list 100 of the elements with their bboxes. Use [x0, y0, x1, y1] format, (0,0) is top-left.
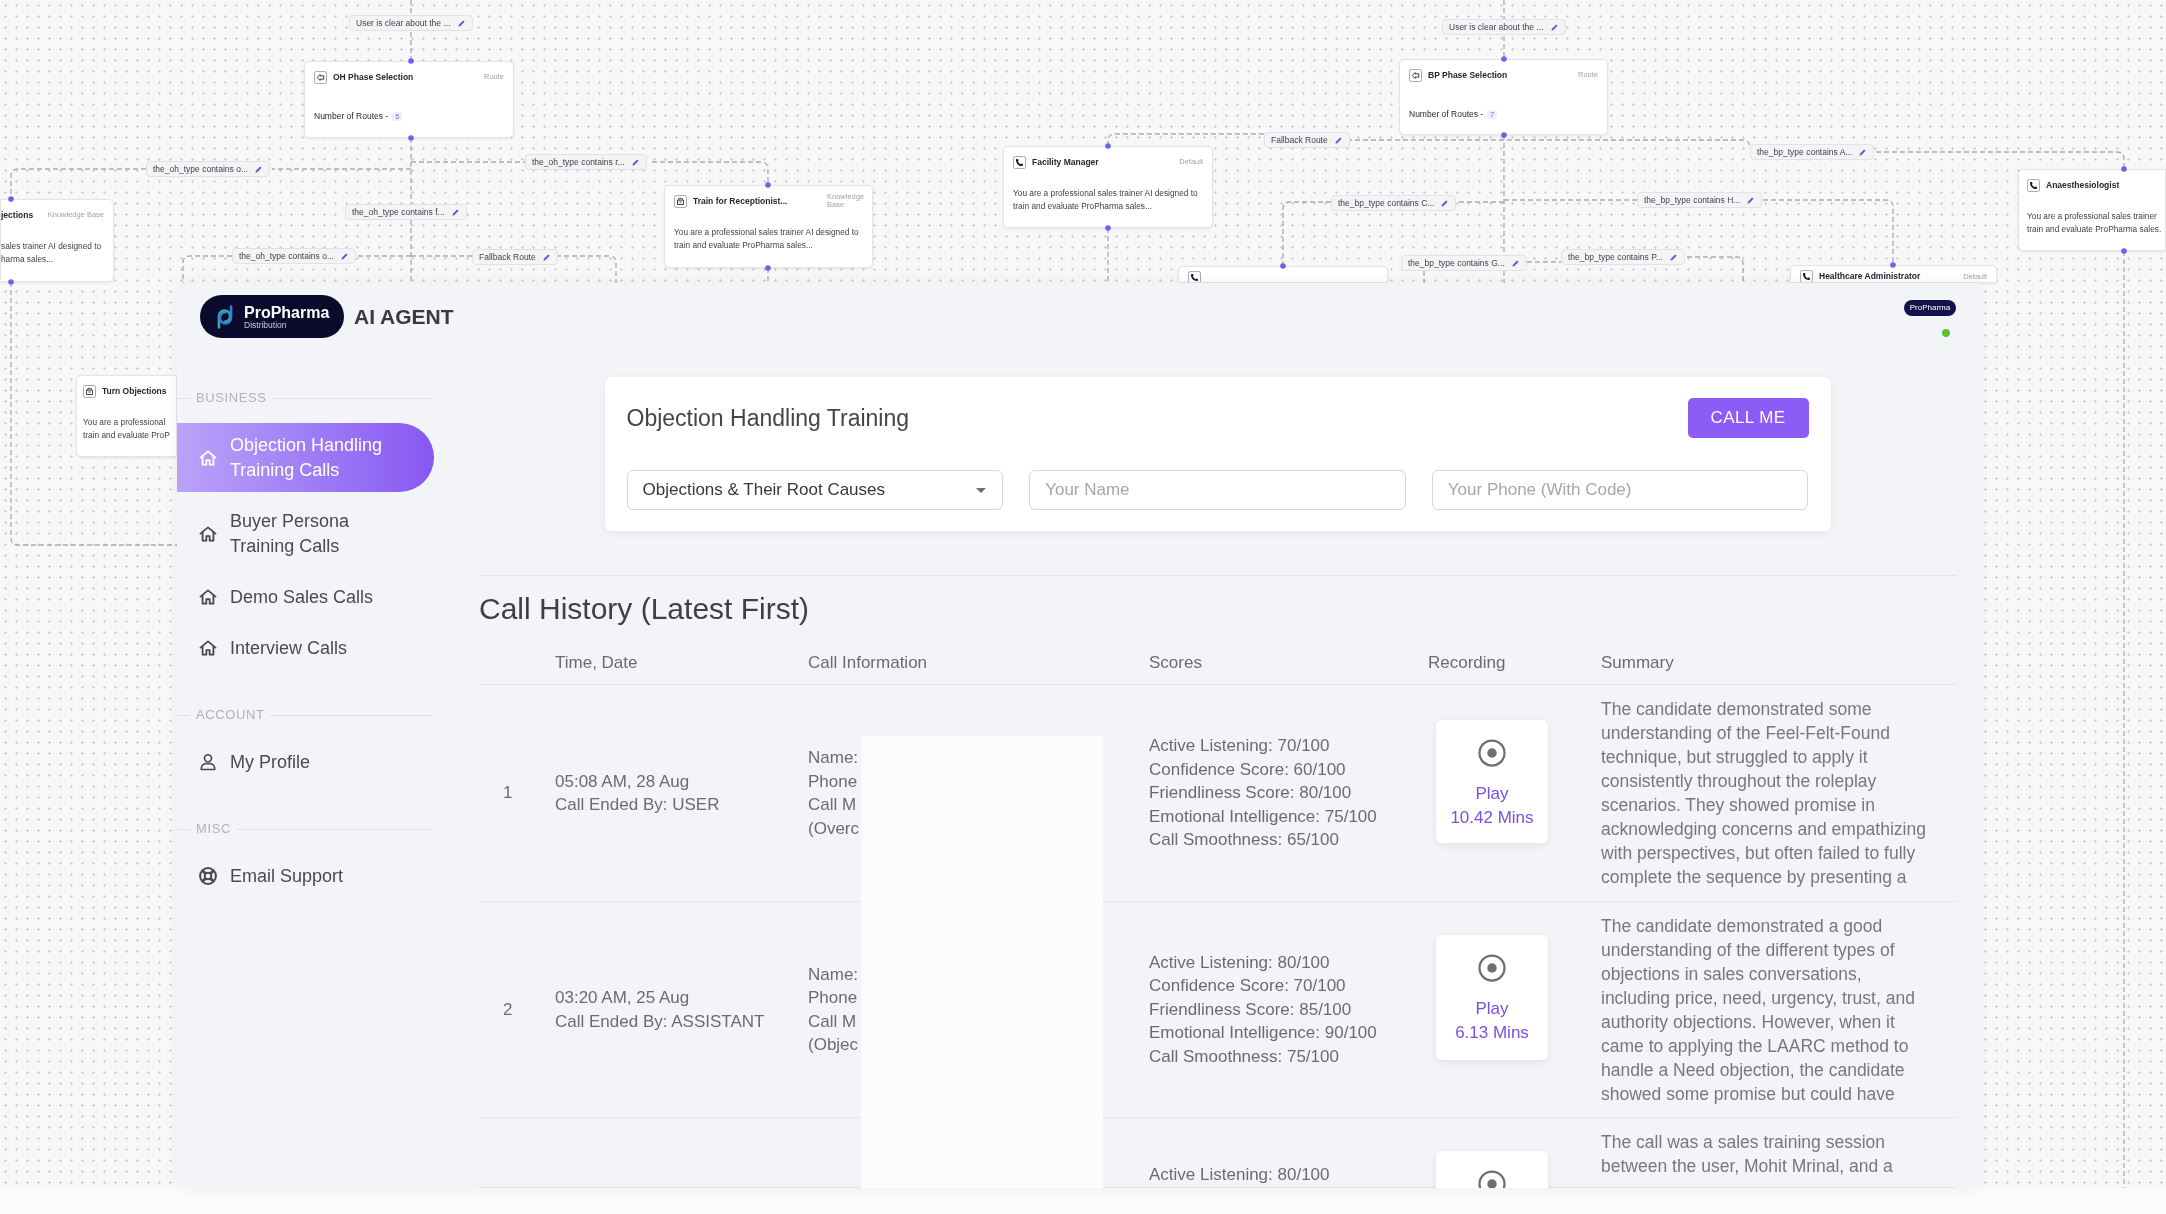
call-info-label: Phone — [808, 770, 858, 793]
section-heading: MISC — [195, 820, 232, 839]
pencil-icon[interactable] — [254, 164, 263, 174]
nav-item[interactable]: Email Support — [177, 854, 434, 898]
pencil-icon[interactable] — [1746, 195, 1756, 205]
connector-dot — [765, 182, 771, 188]
condition-text: the_bp_type contains C... — [1338, 198, 1435, 208]
condition-text: the_oh_type contains o... — [239, 251, 334, 261]
record-icon — [1477, 953, 1507, 983]
call-summary: The candidate demonstrated some understanding of the Feel-Felt-Found technique, but struggled to apply it consistently throughout the roleplay scenarios. They showed promise in acknowledging concerns and empathizing with perspectives, but often failed to fully complete the sequence by presenting a — [1601, 698, 1927, 889]
call-info-label: Call M — [808, 794, 857, 816]
pencil-icon[interactable] — [1858, 147, 1868, 157]
node-description: You are a professional sales trainer AI designed to train and evaluate ProPharma sales... — [674, 226, 859, 252]
connector-dot — [765, 265, 771, 271]
app-title: AI AGENT — [354, 303, 454, 330]
section-title: Call History (Latest First) — [479, 591, 811, 627]
node-title: jections — [1, 210, 34, 220]
flow-node[interactable]: Anaesthesiologist You are a professional sales trainer train and evaluate ProPharma sales. — [2018, 169, 2166, 251]
play-button[interactable] — [1436, 1151, 1548, 1188]
score-line: Active Listening: 70/100 — [1149, 735, 1331, 758]
pencil-icon[interactable] — [541, 252, 551, 262]
score-line: Friendliness Score: 85/100 — [1149, 998, 1353, 1021]
score-line: Confidence Score: 70/100 — [1149, 975, 1347, 998]
topic-select[interactable]: Objections & Their Root Causes — [626, 470, 1004, 510]
pencil-icon[interactable] — [450, 207, 460, 217]
nav-item[interactable]: Buyer Persona Training Calls — [177, 499, 434, 568]
connector-dot — [2121, 166, 2127, 172]
play-button[interactable]: Play 10.42 Mins — [1436, 720, 1548, 843]
column-header: Summary — [1601, 651, 1675, 674]
pencil-icon[interactable] — [456, 18, 466, 28]
name-field[interactable]: Your Name — [1029, 470, 1406, 510]
record-icon — [1477, 1169, 1507, 1188]
condition-text: the_bp_type contains P... — [1568, 252, 1663, 262]
score-line: Friendliness Score: 80/100 — [1149, 782, 1353, 805]
connector-dot — [408, 135, 414, 141]
pencil-icon[interactable] — [340, 251, 349, 261]
connector-dot — [408, 58, 414, 64]
condition-text: User is clear about the ... — [356, 18, 451, 28]
pencil-icon[interactable] — [1549, 22, 1559, 32]
node-description: sales trainer AI designed to harma sales... — [1, 240, 102, 266]
home-icon — [198, 638, 218, 658]
pencil-icon[interactable] — [1510, 258, 1520, 268]
row-number: 1 — [503, 782, 513, 805]
node-title: Facility Manager — [1032, 157, 1099, 167]
connector-dot — [1501, 132, 1507, 138]
brand-name: ProPharma — [244, 303, 330, 321]
basket-icon — [674, 194, 687, 208]
phone-icon — [2027, 178, 2040, 192]
condition-text: User is clear about the ... — [1449, 22, 1544, 32]
column-header: Recording — [1428, 651, 1507, 674]
node-title: OH Phase Selection — [333, 72, 414, 82]
flow-node[interactable]: Turn Objections You are a professional train and evaluate ProP — [76, 375, 177, 457]
flow-node[interactable] — [1178, 266, 1388, 283]
call-time: 05:08 AM, 28 Aug — [555, 770, 691, 793]
connector-dot — [8, 279, 14, 285]
section-heading: BUSINESS — [195, 389, 268, 408]
condition-text: the_bp_type contains A... — [1757, 147, 1853, 157]
nav-item[interactable]: Demo Sales Calls — [177, 575, 434, 619]
call-info-label: Call M — [808, 1010, 857, 1033]
pencil-icon[interactable] — [1440, 198, 1450, 208]
node-title: Train for Receptionist... — [693, 196, 788, 206]
pencil-icon[interactable] — [630, 157, 640, 167]
connector-dot — [1105, 225, 1111, 231]
column-header: Time, Date — [555, 651, 639, 674]
node-title: Turn Objections — [102, 386, 167, 396]
condition-text: the_bp_type contains H... — [1644, 195, 1741, 205]
nav-item[interactable]: Interview Calls — [177, 626, 434, 670]
node-title: Healthcare Administrator — [1819, 272, 1921, 281]
record-icon — [1477, 738, 1507, 768]
call-time: 03:20 AM, 25 Aug — [555, 987, 691, 1009]
column-header: Scores — [1149, 651, 1203, 674]
call-summary: The call was a sales training session between the user, Mohit Mrinal, and a — [1601, 1131, 1894, 1178]
basket-icon — [83, 384, 96, 398]
avatar[interactable]: ProPharma — [1904, 300, 1956, 316]
connector-dot — [1280, 263, 1286, 269]
connector-dot — [1890, 262, 1896, 268]
connector-dot — [1105, 143, 1111, 149]
call-info-label: (Overc — [808, 817, 859, 840]
condition-text: the_oh_type contains f... — [352, 207, 445, 217]
arrow-icon — [314, 70, 327, 84]
phone-field[interactable]: Your Phone (With Code) — [1431, 470, 1809, 510]
pencil-icon[interactable] — [1668, 252, 1678, 262]
call-me-button[interactable]: CALL ME — [1687, 398, 1809, 438]
node-title: Anaesthesiologist — [2046, 180, 2120, 190]
user-icon — [198, 752, 218, 772]
form-title: Objection Handling Training — [626, 403, 910, 433]
score-line: Active Listening: 80/100 — [1149, 951, 1331, 974]
call-ended-by: Call Ended By: USER — [555, 794, 721, 816]
call-info-label: Name: — [808, 747, 859, 769]
node-description: You are a professional sales trainer train and evaluate ProPharma sales. — [2027, 210, 2162, 236]
routes-label: Number of Routes - — [314, 111, 389, 121]
score-line: Confidence Score: 60/100 — [1149, 758, 1347, 781]
node-description: You are a professional train and evaluate ProP — [83, 416, 170, 442]
play-button[interactable]: Play 6.13 Mins — [1436, 935, 1548, 1060]
condition-text: Fallback Route — [1271, 135, 1328, 145]
connector-dot — [8, 196, 14, 202]
nav-item[interactable]: My Profile — [177, 740, 434, 784]
pencil-icon[interactable] — [1333, 135, 1343, 145]
score-line: Emotional Intelligence: 75/100 — [1149, 805, 1378, 828]
home-icon — [198, 587, 218, 607]
